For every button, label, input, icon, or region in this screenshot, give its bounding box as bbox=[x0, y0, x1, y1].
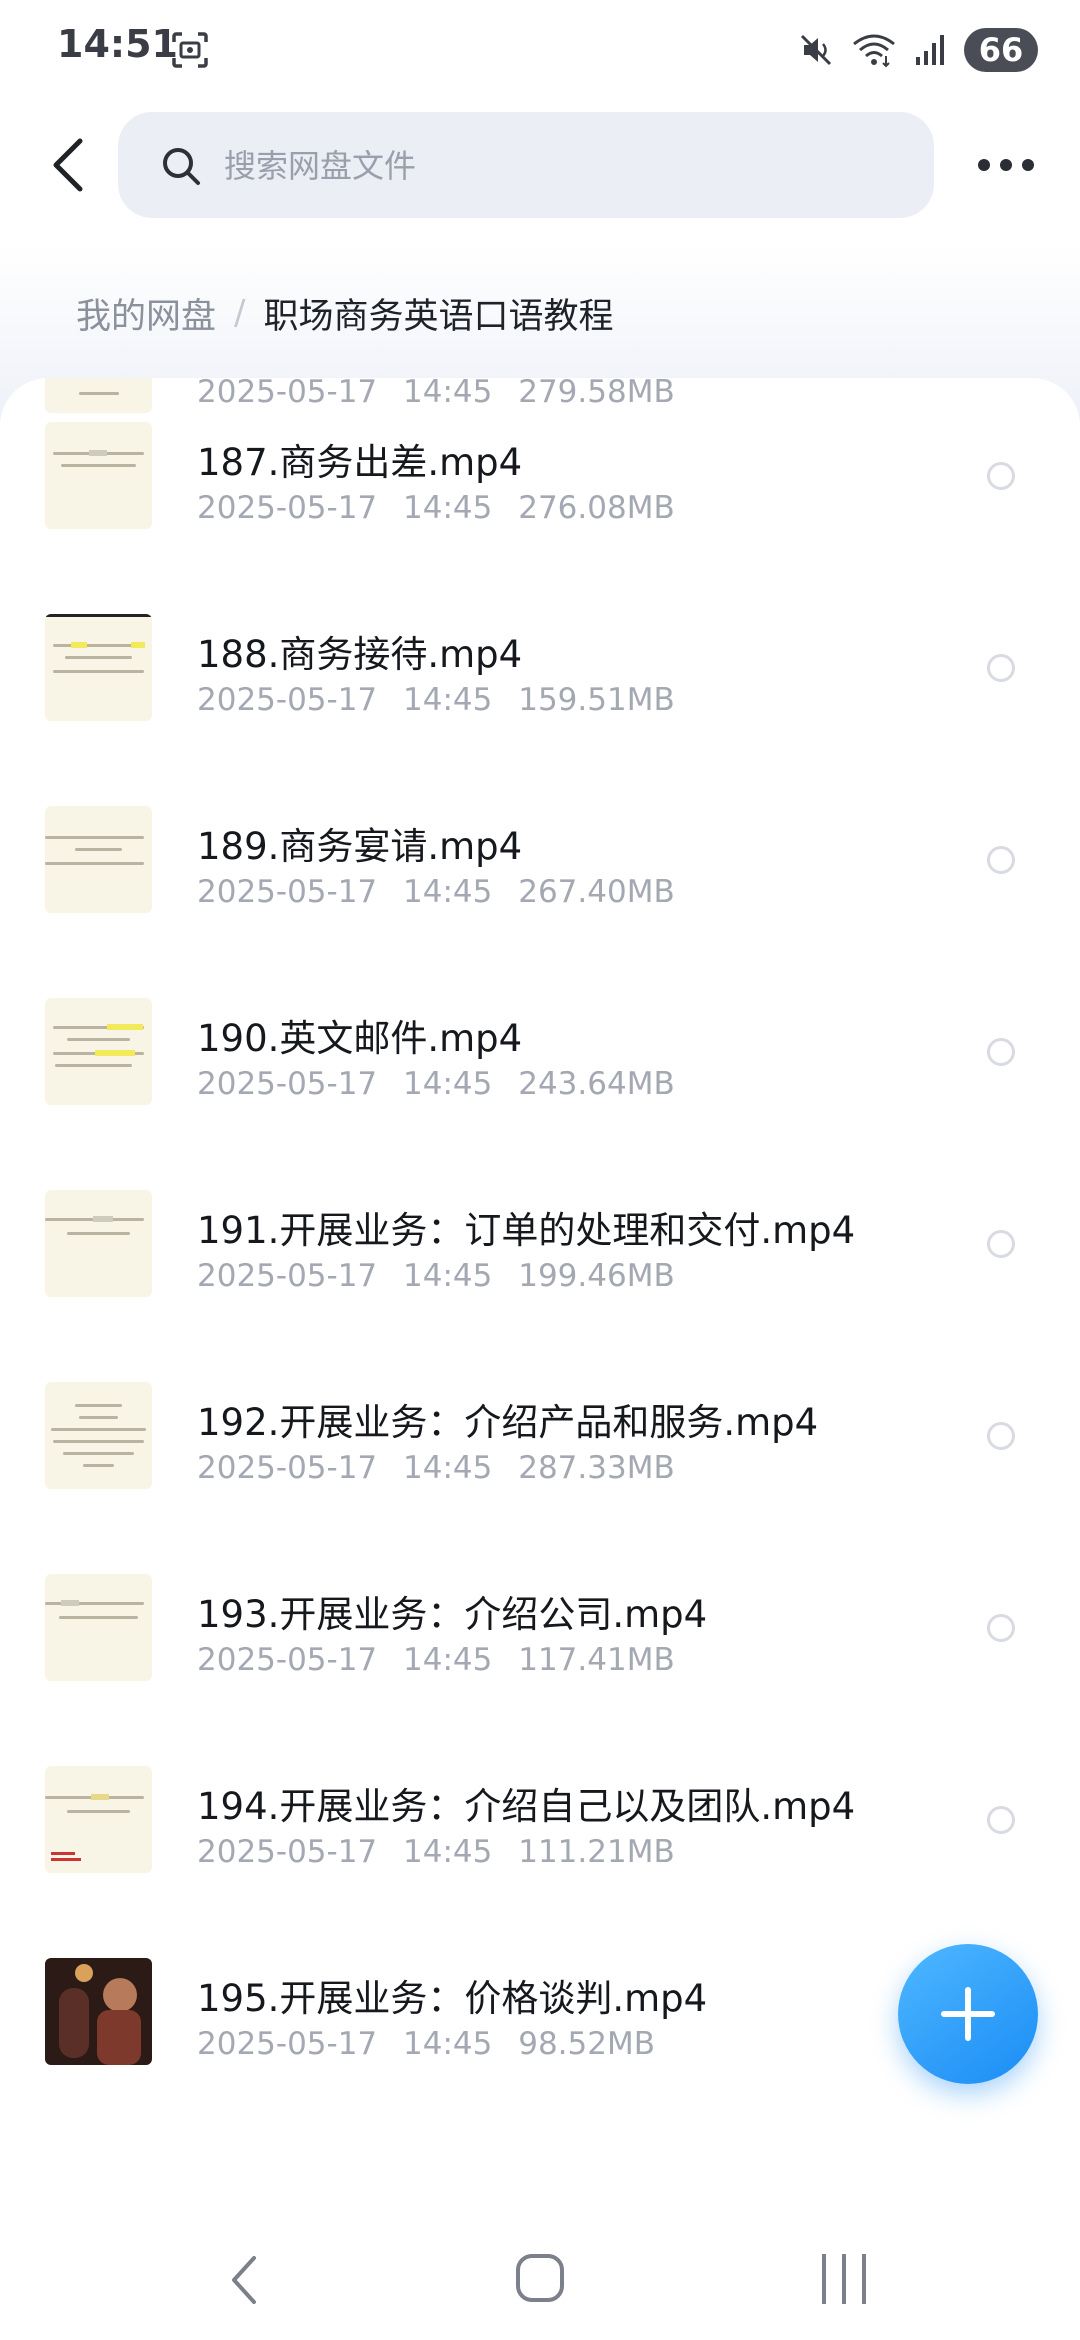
select-radio[interactable] bbox=[987, 1422, 1015, 1450]
file-name: 193.开展业务：介绍公司.mp4 bbox=[197, 1593, 708, 1636]
file-row[interactable]: 194.开展业务：介绍自己以及团队.mp4 2025-05-17 14:45 1… bbox=[0, 1722, 1080, 1914]
file-size: 111.21MB bbox=[518, 1834, 675, 1870]
file-size: 199.46MB bbox=[518, 1258, 675, 1294]
search-input[interactable] bbox=[222, 138, 826, 194]
file-size: 98.52MB bbox=[518, 2026, 655, 2062]
breadcrumb: 我的网盘 / 职场商务英语口语教程 bbox=[76, 288, 614, 338]
file-time: 14:45 bbox=[403, 2026, 493, 2062]
file-row[interactable]: 187.商务出差.mp4 2025-05-17 14:45 276.08MB bbox=[0, 378, 1080, 570]
file-name: 189.商务宴请.mp4 bbox=[197, 825, 523, 868]
file-size: 243.64MB bbox=[518, 1066, 675, 1102]
file-date: 2025-05-17 bbox=[197, 2026, 378, 2062]
select-radio[interactable] bbox=[987, 1038, 1015, 1066]
file-meta: 2025-05-17 14:45 199.46MB bbox=[197, 1258, 675, 1294]
battery-indicator: 66 bbox=[964, 28, 1038, 72]
select-radio[interactable] bbox=[987, 1806, 1015, 1834]
file-size: 276.08MB bbox=[518, 490, 675, 526]
video-thumbnail bbox=[45, 998, 152, 1105]
more-options-icon[interactable] bbox=[978, 150, 1034, 180]
file-time: 14:45 bbox=[403, 1642, 493, 1678]
file-meta: 2025-05-17 14:45 276.08MB bbox=[197, 490, 675, 526]
file-date: 2025-05-17 bbox=[197, 874, 378, 910]
file-date: 2025-05-17 bbox=[197, 682, 378, 718]
file-row[interactable]: 193.开展业务：介绍公司.mp4 2025-05-17 14:45 117.4… bbox=[0, 1530, 1080, 1722]
file-date: 2025-05-17 bbox=[197, 490, 378, 526]
select-radio[interactable] bbox=[987, 1230, 1015, 1258]
signal-icon bbox=[916, 35, 944, 65]
file-name: 192.开展业务：介绍产品和服务.mp4 bbox=[197, 1401, 819, 1444]
select-radio[interactable] bbox=[987, 462, 1015, 490]
select-radio[interactable] bbox=[987, 1614, 1015, 1642]
video-thumbnail bbox=[45, 1190, 152, 1297]
file-time: 14:45 bbox=[403, 1450, 493, 1486]
status-time: 14:51 bbox=[57, 22, 178, 66]
video-thumbnail bbox=[45, 1574, 152, 1681]
file-size: 287.33MB bbox=[518, 1450, 675, 1486]
system-nav-bar bbox=[0, 2220, 1080, 2340]
file-size: 159.51MB bbox=[518, 682, 675, 718]
file-date: 2025-05-17 bbox=[197, 1258, 378, 1294]
file-meta: 2025-05-17 14:45 159.51MB bbox=[197, 682, 675, 718]
file-meta: 2025-05-17 14:45 287.33MB bbox=[197, 1450, 675, 1486]
video-thumbnail bbox=[45, 1766, 152, 1873]
file-time: 14:45 bbox=[403, 682, 493, 718]
file-date: 2025-05-17 bbox=[197, 1834, 378, 1870]
video-thumbnail bbox=[45, 1382, 152, 1489]
file-row[interactable]: 192.开展业务：介绍产品和服务.mp4 2025-05-17 14:45 28… bbox=[0, 1338, 1080, 1530]
file-name: 191.开展业务：订单的处理和交付.mp4 bbox=[197, 1209, 856, 1252]
file-row[interactable]: 191.开展业务：订单的处理和交付.mp4 2025-05-17 14:45 1… bbox=[0, 1146, 1080, 1338]
add-button[interactable] bbox=[898, 1944, 1038, 2084]
file-time: 14:45 bbox=[403, 490, 493, 526]
breadcrumb-current: 职场商务英语口语教程 bbox=[263, 296, 614, 337]
status-bar: 14:51 66 bbox=[0, 0, 1080, 100]
file-name: 190.英文邮件.mp4 bbox=[197, 1017, 523, 1060]
file-row[interactable]: 190.英文邮件.mp4 2025-05-17 14:45 243.64MB bbox=[0, 954, 1080, 1146]
file-meta: 2025-05-17 14:45 98.52MB bbox=[197, 2026, 655, 2062]
file-name: 188.商务接待.mp4 bbox=[197, 633, 523, 676]
file-size: 267.40MB bbox=[518, 874, 675, 910]
file-time: 14:45 bbox=[403, 1066, 493, 1102]
search-row bbox=[0, 110, 1080, 220]
file-row[interactable]: 188.商务接待.mp4 2025-05-17 14:45 159.51MB bbox=[0, 570, 1080, 762]
search-box[interactable] bbox=[118, 112, 934, 218]
file-time: 14:45 bbox=[403, 874, 493, 910]
nav-back-icon[interactable] bbox=[220, 2250, 270, 2310]
screenshot-icon bbox=[172, 32, 208, 68]
file-name: 187.商务出差.mp4 bbox=[197, 441, 523, 484]
select-radio[interactable] bbox=[987, 654, 1015, 682]
plus-icon bbox=[941, 1987, 995, 2041]
search-icon bbox=[163, 148, 200, 185]
mute-icon bbox=[800, 34, 832, 66]
back-arrow-icon[interactable] bbox=[40, 135, 100, 195]
video-thumbnail bbox=[45, 806, 152, 913]
wifi-icon bbox=[853, 34, 895, 68]
file-list: 2025-05-17 14:45 279.58MB 187.商务出差.mp4 2… bbox=[0, 378, 1080, 2198]
file-meta: 2025-05-17 14:45 267.40MB bbox=[197, 874, 675, 910]
file-meta: 2025-05-17 14:45 117.41MB bbox=[197, 1642, 675, 1678]
file-date: 2025-05-17 bbox=[197, 1066, 378, 1102]
file-name: 194.开展业务：介绍自己以及团队.mp4 bbox=[197, 1785, 856, 1828]
status-icons: 66 bbox=[798, 26, 1038, 74]
breadcrumb-root[interactable]: 我的网盘 bbox=[76, 288, 216, 339]
select-radio[interactable] bbox=[987, 846, 1015, 874]
file-name: 195.开展业务：价格谈判.mp4 bbox=[197, 1977, 708, 2020]
video-thumbnail bbox=[45, 1958, 152, 2065]
file-size: 117.41MB bbox=[518, 1642, 675, 1678]
video-thumbnail bbox=[45, 614, 152, 721]
breadcrumb-separator: / bbox=[234, 293, 246, 333]
file-meta: 2025-05-17 14:45 111.21MB bbox=[197, 1834, 675, 1870]
nav-home-icon[interactable] bbox=[516, 2254, 564, 2302]
file-date: 2025-05-17 bbox=[197, 1450, 378, 1486]
file-date: 2025-05-17 bbox=[197, 1642, 378, 1678]
nav-recents-icon[interactable] bbox=[822, 2254, 866, 2304]
file-row[interactable]: 189.商务宴请.mp4 2025-05-17 14:45 267.40MB bbox=[0, 762, 1080, 954]
file-meta: 2025-05-17 14:45 243.64MB bbox=[197, 1066, 675, 1102]
file-time: 14:45 bbox=[403, 1834, 493, 1870]
file-time: 14:45 bbox=[403, 1258, 493, 1294]
video-thumbnail bbox=[45, 422, 152, 529]
